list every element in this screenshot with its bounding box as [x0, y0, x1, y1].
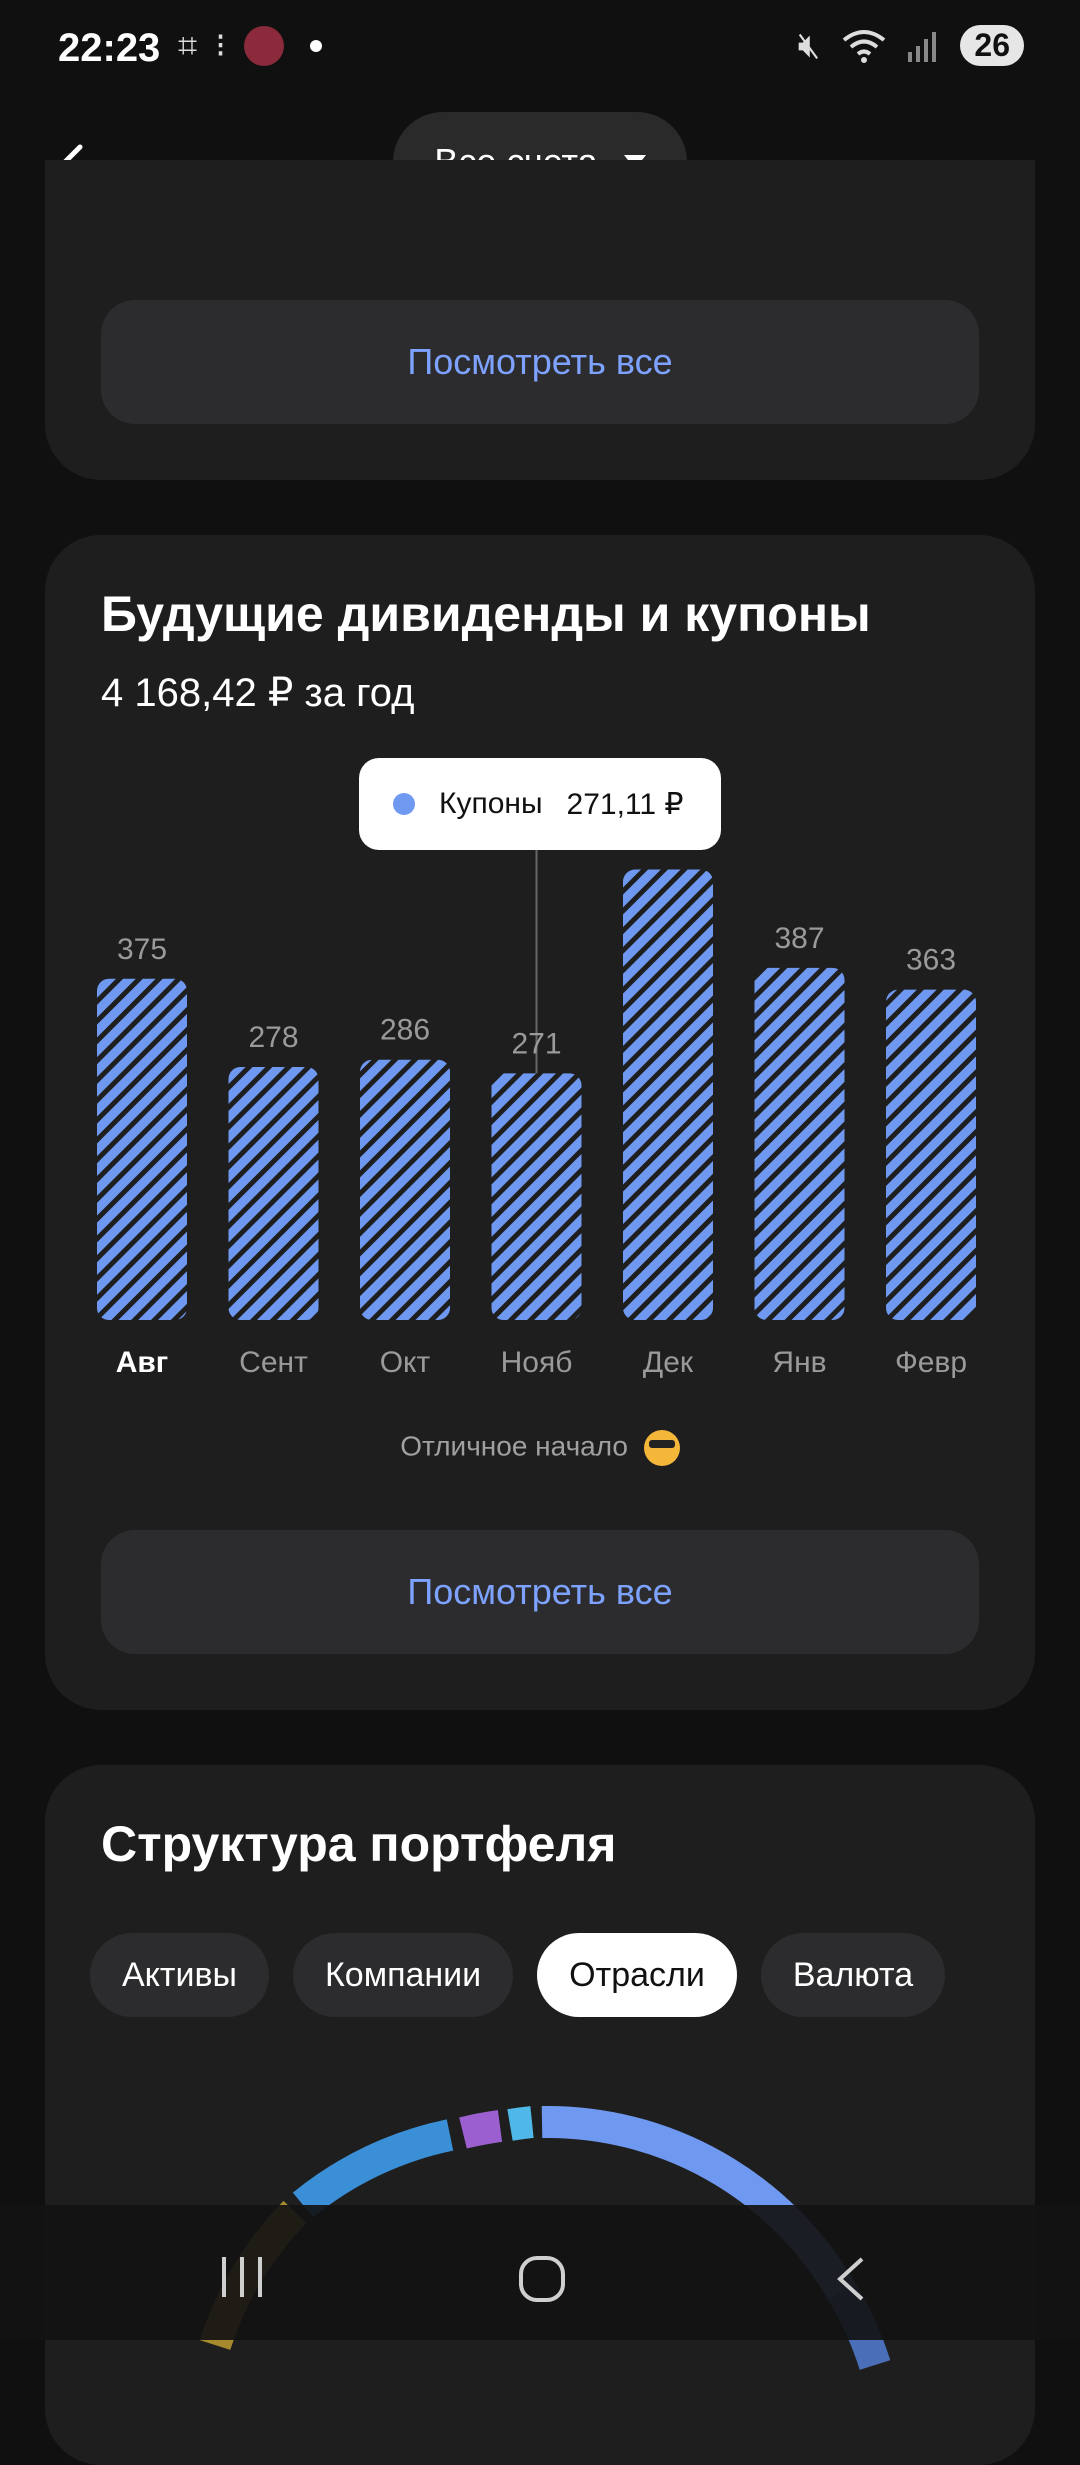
- chart-bar[interactable]: [623, 869, 713, 1320]
- bar-value-label: 375: [117, 933, 167, 966]
- tooltip-value: 271,11 ₽: [566, 787, 684, 821]
- month-tick-label[interactable]: Сент: [239, 1346, 308, 1379]
- donut-segment: [292, 2119, 454, 2218]
- donut-segment: [507, 2106, 534, 2141]
- bar-value-label: 271: [511, 1027, 561, 1060]
- status-icons-left: ⌗ ⁝: [178, 26, 322, 66]
- chart-bar[interactable]: [228, 1067, 319, 1320]
- view-all-dividends-button[interactable]: Посмотреть все: [101, 1530, 979, 1654]
- chart-bar[interactable]: [491, 1073, 582, 1320]
- bar-value-label: 363: [906, 944, 956, 977]
- signal-icon: [908, 31, 937, 62]
- donut-segment: [459, 2110, 503, 2149]
- home-icon[interactable]: [518, 2255, 566, 2303]
- system-nav-bar: [0, 2205, 1080, 2340]
- chart-bar[interactable]: [754, 967, 845, 1320]
- screenshot-icon: ⌗: [178, 26, 198, 65]
- dividends-card: Будущие дивиденды и купоны 4 168,42 ₽ за…: [45, 535, 1035, 1710]
- back-icon[interactable]: [830, 2255, 870, 2303]
- chart-note-text: Отличное начало: [400, 1430, 628, 1462]
- status-icons-right: 🔇︎ 26: [798, 24, 1024, 67]
- bar-value-label: 278: [248, 1021, 298, 1054]
- sectors-donut-chart: [199, 2105, 891, 2371]
- sunglasses-emoji-icon: [643, 1430, 680, 1466]
- status-bar: 22:23 ⌗ ⁝ 🔇︎ 26: [0, 0, 1080, 100]
- chart-bar[interactable]: [886, 989, 976, 1320]
- notification-dot-icon: [309, 40, 322, 52]
- series-dot-icon: [393, 793, 415, 815]
- steps-icon: ⁝: [215, 27, 226, 65]
- month-tick-label[interactable]: Дек: [643, 1346, 694, 1379]
- month-tick-label[interactable]: Янв: [772, 1346, 826, 1379]
- month-tick-label[interactable]: Февр: [895, 1346, 967, 1379]
- status-time: 22:23: [58, 26, 161, 70]
- month-tick-label[interactable]: Нояб: [501, 1346, 573, 1379]
- month-tick-label[interactable]: Авг: [116, 1346, 169, 1379]
- avatar-icon: [243, 26, 284, 66]
- battery-indicator: 26: [960, 25, 1024, 66]
- recent-apps-icon[interactable]: [218, 2255, 266, 2299]
- bar-value-label: 387: [774, 922, 824, 955]
- wifi-icon: [843, 29, 886, 63]
- bar-value-label: 286: [380, 1014, 430, 1047]
- mute-icon: 🔇︎: [797, 24, 821, 65]
- chart-note: Отличное начало: [45, 1430, 1035, 1466]
- chart-tooltip: Купоны 271,11 ₽: [359, 758, 721, 850]
- portfolio-structure-card: Структура портфеля Активы Компании Отрас…: [45, 1765, 1035, 2465]
- tooltip-label: Купоны: [439, 787, 543, 820]
- previous-card: Посмотреть все: [45, 160, 1035, 480]
- view-all-button[interactable]: Посмотреть все: [101, 300, 979, 424]
- month-tick-label[interactable]: Окт: [380, 1346, 431, 1379]
- chart-bar[interactable]: [97, 978, 187, 1320]
- chart-bar[interactable]: [360, 1059, 450, 1320]
